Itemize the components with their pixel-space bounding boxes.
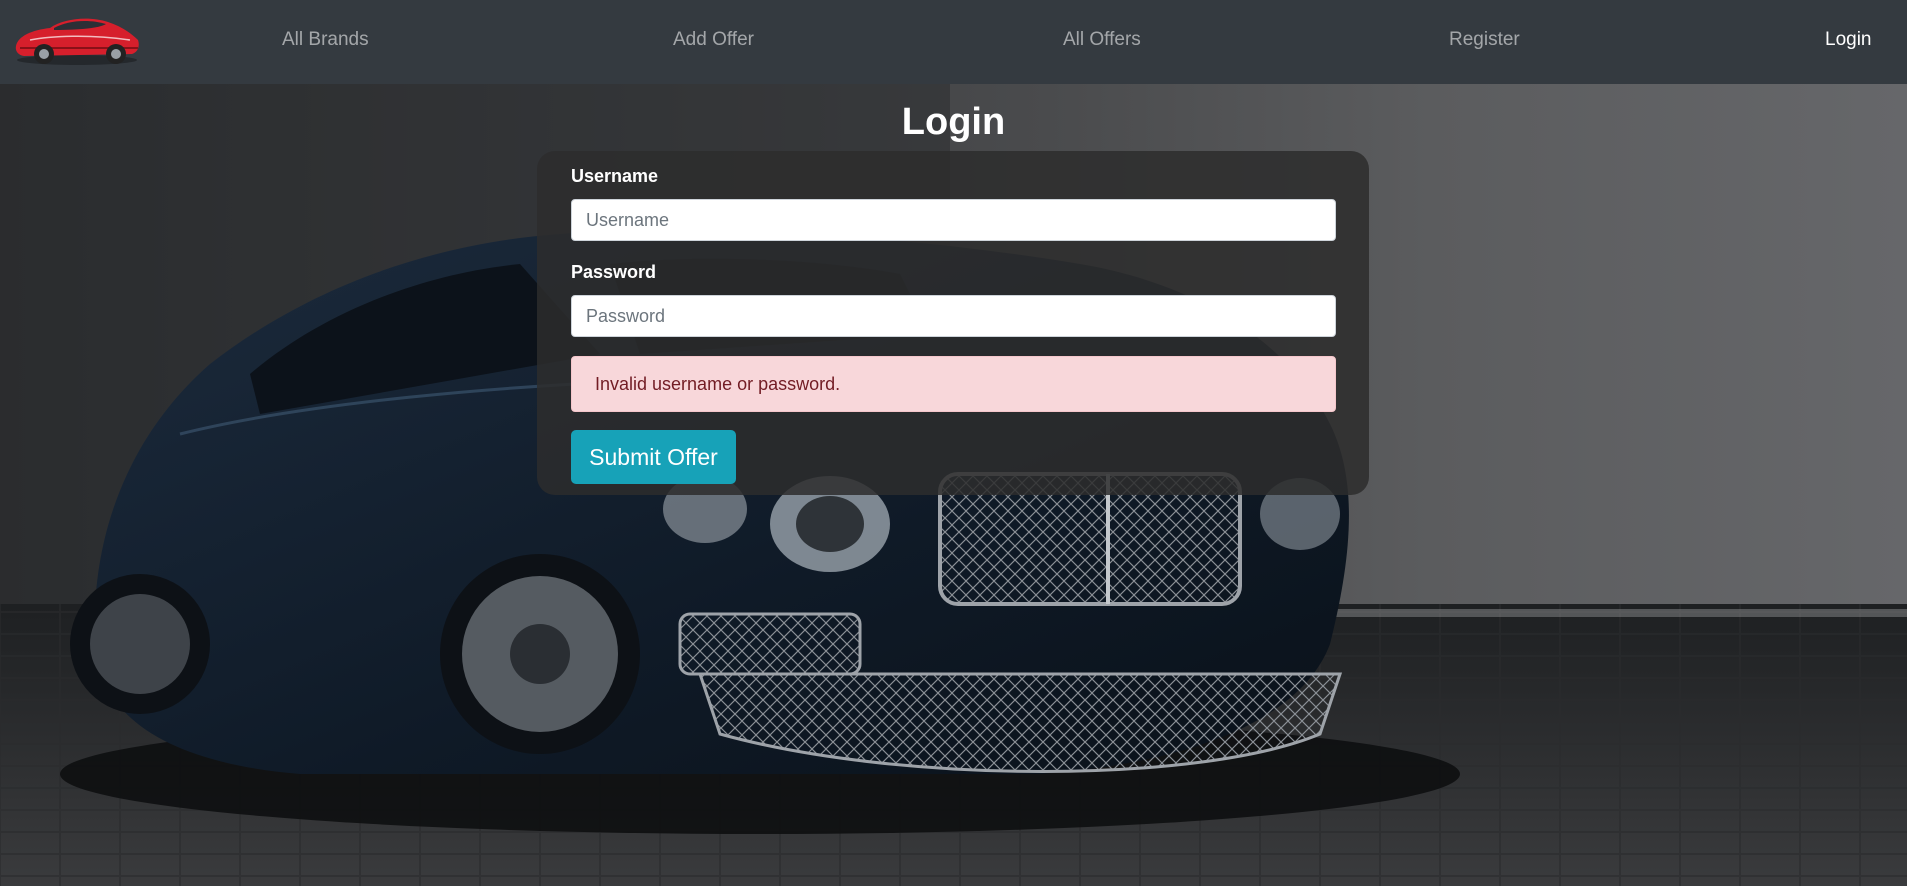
nav-link-login[interactable]: Login: [1825, 28, 1872, 52]
submit-button[interactable]: Submit Offer: [571, 430, 736, 484]
nav-link-add-offer[interactable]: Add Offer: [673, 28, 754, 52]
password-label: Password: [571, 262, 657, 282]
nav-link-register[interactable]: Register: [1449, 28, 1520, 52]
nav-link-all-brands[interactable]: All Brands: [282, 28, 369, 52]
password-input[interactable]: [571, 295, 1336, 337]
car-logo-icon[interactable]: [10, 10, 144, 68]
error-alert: Invalid username or password.: [571, 356, 1336, 412]
username-label: Username: [571, 166, 659, 186]
username-input[interactable]: [571, 199, 1336, 241]
top-navbar: All Brands Add Offer All Offers Register…: [0, 0, 1907, 84]
page-title: Login: [901, 101, 1006, 143]
nav-link-all-offers[interactable]: All Offers: [1063, 28, 1141, 52]
